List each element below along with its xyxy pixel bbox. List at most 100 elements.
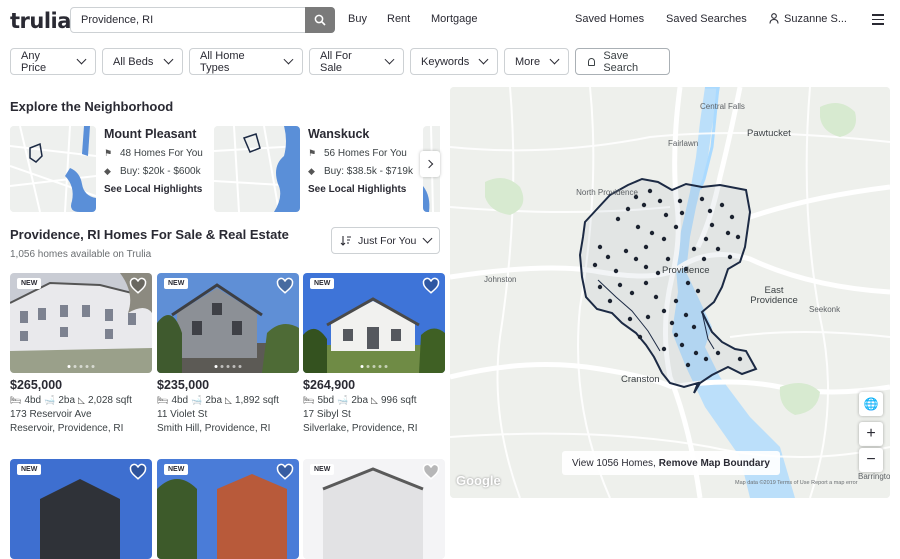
listing-specs: 🛏 4bd 🛁 2ba ◺ 1,892 sqft [157, 395, 299, 406]
heart-icon[interactable] [422, 277, 440, 295]
for-sale-filter[interactable]: All For Sale [309, 48, 404, 75]
beds-filter-label: All Beds [113, 55, 154, 68]
map-label-pawtucket: Pawtucket [747, 128, 791, 139]
remove-map-boundary-button[interactable]: Remove Map Boundary [659, 458, 770, 469]
listing-street[interactable]: 173 Reservoir Ave [10, 409, 152, 420]
chevron-down-icon [478, 54, 489, 65]
photo-pager [360, 365, 388, 368]
neighborhood-card[interactable]: Wanskuck ⚑ 56 Homes For You ◆ Buy: $38.5k … [214, 126, 413, 212]
map-label-fairlawn: Fairlawn [668, 139, 699, 148]
more-filter[interactable]: More [504, 48, 569, 75]
listing-price: $264,900 [303, 378, 356, 392]
listing-card[interactable]: NEW [303, 459, 445, 559]
home-types-filter-label: All Home Types [200, 49, 245, 74]
nav-mortgage[interactable]: Mortgage [431, 13, 477, 25]
user-menu[interactable]: Suzanne S... [784, 13, 847, 25]
listing-sqft: 996 sqft [380, 395, 417, 406]
listing-sqft: 2,028 sqft [87, 395, 132, 406]
carousel-next-button[interactable] [420, 151, 440, 177]
listing-photo[interactable]: NEW [303, 459, 445, 559]
chevron-down-icon [283, 54, 294, 65]
neighborhood-card[interactable]: Mount Pleasant ⚑ 48 Homes For You ◆ Buy: $… [10, 126, 203, 212]
beds-filter[interactable]: All Beds [102, 48, 183, 75]
listing-photo[interactable]: NEW [10, 273, 152, 373]
heart-icon[interactable] [129, 463, 147, 481]
flag-icon: ⚑ [308, 148, 317, 158]
nav-rent[interactable]: Rent [387, 13, 410, 25]
zoom-in-button[interactable]: + [859, 422, 883, 446]
heart-icon[interactable] [129, 277, 147, 295]
chevron-down-icon [384, 54, 395, 65]
new-badge: NEW [310, 278, 335, 289]
map-label-central-falls: Central Falls [700, 102, 745, 111]
saved-searches-link[interactable]: Saved Searches [666, 13, 747, 25]
flag-icon: ⚑ [104, 148, 113, 158]
new-badge: NEW [164, 278, 189, 289]
home-types-filter[interactable]: All Home Types [189, 48, 303, 75]
search-input[interactable]: Providence, RI [71, 14, 305, 26]
local-highlights-link[interactable]: See Local Highlights [308, 184, 413, 195]
listing-card[interactable]: NEW $265,000 🛏 4bd 🛁 2ba ◺ 2,028 sqft 173 R… [10, 273, 152, 434]
listing-beds: 4bd [171, 395, 189, 406]
search-icon [314, 14, 326, 26]
saved-homes-link[interactable]: Saved Homes [575, 13, 644, 25]
listing-photo[interactable]: NEW [157, 459, 299, 559]
new-badge: NEW [310, 464, 335, 475]
save-search-button[interactable]: Save Search [575, 48, 670, 75]
heart-icon[interactable] [422, 463, 440, 481]
neighborhood-map-thumbnail [214, 126, 300, 212]
heart-icon[interactable] [276, 463, 294, 481]
heart-icon[interactable] [276, 277, 294, 295]
filter-bar: Any Price All Beds All Home Types All Fo… [10, 48, 670, 75]
neighborhood-homes: 48 Homes For You [120, 148, 203, 159]
more-filter-label: More [515, 55, 541, 68]
nav-buy[interactable]: Buy [348, 13, 367, 25]
local-highlights-link[interactable]: See Local Highlights [104, 184, 203, 195]
sort-dropdown[interactable]: Just For You [331, 227, 440, 254]
chevron-right-icon [424, 159, 433, 169]
view-homes-button[interactable]: View 1056 Homes, [572, 458, 656, 469]
hamburger-menu-icon[interactable] [872, 14, 884, 25]
map-label-east-providence: East Providence [750, 285, 798, 306]
listing-photo[interactable]: NEW [303, 273, 445, 373]
map-attribution[interactable]: Map data ©2019 Terms of Use Report a map… [735, 480, 858, 486]
listing-street[interactable]: 17 Sibyl St [303, 409, 445, 420]
location-search[interactable]: Providence, RI [70, 6, 335, 33]
chevron-down-icon [422, 233, 433, 244]
bed-icon: 🛏 [157, 395, 169, 405]
listing-card[interactable]: NEW $235,000 🛏 4bd 🛁 2ba ◺ 1,892 sqft 11 Vi… [157, 273, 299, 434]
keywords-filter[interactable]: Keywords [410, 48, 498, 75]
price-filter[interactable]: Any Price [10, 48, 96, 75]
listing-photo[interactable]: NEW [157, 273, 299, 373]
globe-icon[interactable]: 🌐 [859, 392, 883, 416]
zoom-out-button[interactable]: − [859, 448, 883, 472]
map-label-north-providence: North Providence [576, 188, 638, 197]
neighborhood-homes: 56 Homes For You [324, 148, 407, 159]
map-label-providence: Providence [662, 265, 710, 276]
listing-card[interactable]: NEW [157, 459, 299, 559]
search-button[interactable] [305, 6, 335, 33]
map-label-cranston: Cranston [621, 374, 660, 385]
neighborhood-price-range: Buy: $38.5k - $719k [324, 166, 413, 177]
new-badge: NEW [17, 278, 42, 289]
sort-icon [340, 236, 351, 246]
results-map[interactable]: Central Falls Pawtucket Fairlawn North P… [450, 87, 890, 498]
results-count: 1,056 homes available on Trulia [10, 249, 152, 260]
listing-price: $235,000 [157, 378, 210, 392]
listing-card[interactable]: NEW [10, 459, 152, 559]
chevron-down-icon [549, 54, 560, 65]
save-search-label: Save Search [603, 49, 639, 74]
results-heading: Providence, RI Homes For Sale & Real Est… [10, 227, 289, 242]
listing-photo[interactable]: NEW [10, 459, 152, 559]
new-badge: NEW [17, 464, 42, 475]
listing-card[interactable]: NEW $264,900 🛏 5bd 🛁 2ba ◺ 996 sqft 17 Siby… [303, 273, 445, 434]
chevron-down-icon [76, 54, 87, 65]
trulia-logo[interactable]: trulia [10, 9, 71, 33]
map-canvas[interactable] [450, 87, 890, 498]
bath-icon: 🛁 [337, 395, 349, 405]
bath-icon: 🛁 [44, 395, 56, 405]
bed-icon: 🛏 [10, 395, 22, 405]
listing-street[interactable]: 11 Violet St [157, 409, 299, 420]
sort-label: Just For You [358, 234, 417, 247]
neighborhood-map-thumbnail [10, 126, 96, 212]
